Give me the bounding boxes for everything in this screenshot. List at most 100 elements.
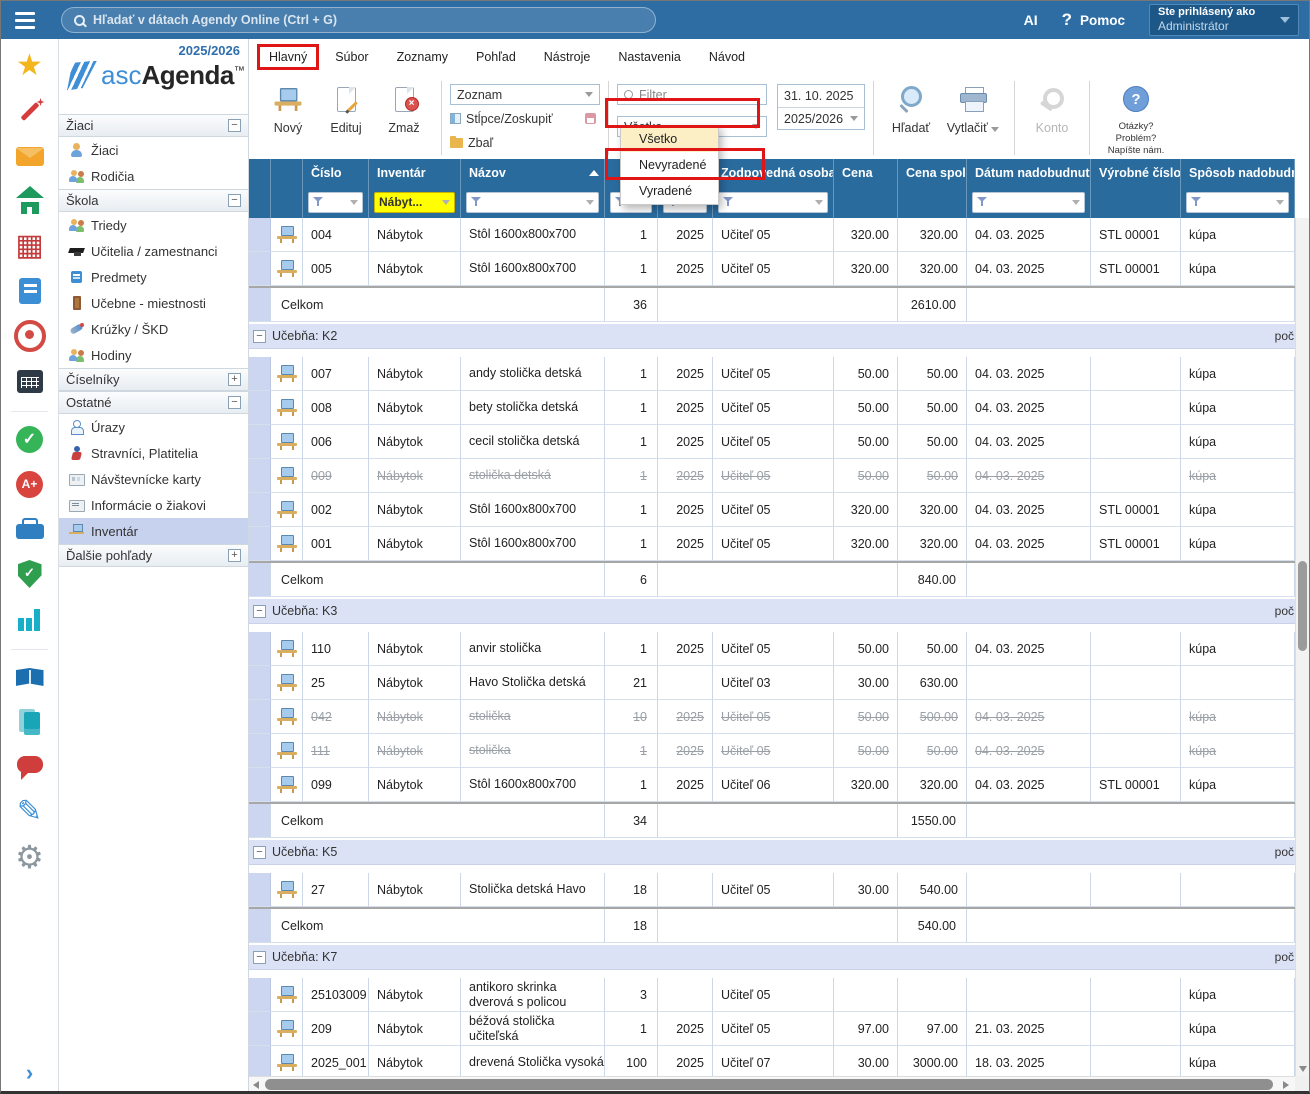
- column-header-datum[interactable]: Dátum nadobudnutia: [967, 159, 1091, 186]
- library-icon[interactable]: [13, 662, 47, 692]
- filter-dropdown-sposob[interactable]: [1186, 192, 1289, 213]
- menu-nastavenia[interactable]: Nastavenia: [604, 47, 695, 67]
- table-row[interactable]: 007Nábytokandy stolička detská12025Učite…: [249, 357, 1295, 391]
- columns-group-button[interactable]: Stĺpce/Zoskupiť: [450, 108, 600, 129]
- sidebar-item-kruzky-skd[interactable]: Krúžky / ŠKD: [59, 316, 248, 342]
- sidebar-item-triedy[interactable]: Triedy: [59, 212, 248, 238]
- group-header-row[interactable]: −Učebňa: K7poč: [249, 945, 1295, 970]
- home-icon[interactable]: [13, 186, 47, 216]
- table-row[interactable]: 111Nábytokstolička12025Učiteľ 0550.0050.…: [249, 734, 1295, 768]
- grades-icon[interactable]: [13, 469, 47, 499]
- column-header-sposob[interactable]: Spôsob nadobudnutia: [1181, 159, 1295, 186]
- collapse-group-icon[interactable]: −: [253, 330, 266, 343]
- planner-icon[interactable]: [13, 366, 47, 396]
- table-row[interactable]: 110Nábytokanvir stolička12025Učiteľ 0550…: [249, 632, 1295, 666]
- expand-icon[interactable]: +: [228, 549, 241, 562]
- collapse-group-icon[interactable]: −: [253, 951, 266, 964]
- sidebar-section-dalsie-pohlady[interactable]: Ďalšie pohľady+: [59, 544, 248, 567]
- table-row[interactable]: 008Nábytokbety stolička detská12025Učite…: [249, 391, 1295, 425]
- mail-icon[interactable]: [13, 141, 47, 171]
- global-search-input[interactable]: [93, 13, 643, 27]
- group-header-row[interactable]: −Učebňa: K3poč: [249, 599, 1295, 624]
- column-header-nazov[interactable]: Názov: [461, 159, 605, 186]
- menu-nastroje[interactable]: Nástroje: [530, 47, 605, 67]
- sidebar-item-ucitelia-zamestnanci[interactable]: Učitelia / zamestnanci: [59, 238, 248, 264]
- print-button[interactable]: Vytlačiť: [940, 77, 1006, 159]
- year-select[interactable]: 2025/2026: [778, 107, 864, 129]
- table-row[interactable]: 005NábytokStôl 1600x800x70012025Učiteľ 0…: [249, 252, 1295, 286]
- menu-hlavny[interactable]: Hlavný: [257, 44, 319, 70]
- vertical-scroll-thumb[interactable]: [1298, 561, 1307, 651]
- column-header-osoba[interactable]: Zodpovedná osoba: [713, 159, 834, 186]
- save-layout-icon[interactable]: [585, 113, 596, 124]
- messages-icon[interactable]: [13, 752, 47, 782]
- search-button[interactable]: Hľadať: [882, 77, 940, 159]
- delete-button[interactable]: × Zmaž: [375, 77, 433, 159]
- column-header-cislo[interactable]: Číslo: [303, 159, 369, 186]
- menu-pohlad[interactable]: Pohľad: [462, 47, 530, 67]
- scroll-down-icon[interactable]: [1299, 1066, 1307, 1072]
- filter-search-input[interactable]: [639, 88, 760, 102]
- table-row[interactable]: 2025_001Nábytokdrevená Stolička vysoká10…: [249, 1046, 1295, 1076]
- horizontal-scrollbar[interactable]: [249, 1076, 1295, 1092]
- sidebar-item-hodiny[interactable]: Hodiny: [59, 342, 248, 368]
- vertical-scrollbar[interactable]: [1295, 218, 1309, 1076]
- collapse-button[interactable]: Zbaľ: [450, 132, 600, 153]
- column-header-vyrobne[interactable]: Výrobné číslo: [1091, 159, 1181, 186]
- collapse-icon[interactable]: −: [228, 396, 241, 409]
- column-header-cena_spolu[interactable]: Cena spolu: [898, 159, 967, 186]
- view-select[interactable]: Zoznam: [450, 84, 600, 105]
- user-menu[interactable]: Ste prihlásený ako Administrátor: [1149, 4, 1299, 36]
- sidebar-item-stravnici-platitelia[interactable]: Stravníci, Platitelia: [59, 440, 248, 466]
- hamburger-menu-icon[interactable]: [15, 8, 45, 32]
- scroll-left-icon[interactable]: [253, 1081, 259, 1089]
- table-row[interactable]: 006Nábytokcecil stolička detská12025Učit…: [249, 425, 1295, 459]
- sidebar-item-predmety[interactable]: Predmety: [59, 264, 248, 290]
- table-row[interactable]: 25NábytokHavo Stolička detská21Učiteľ 03…: [249, 666, 1295, 700]
- column-header-inventar[interactable]: Inventár: [369, 159, 461, 186]
- edit-button[interactable]: Edituj: [317, 77, 375, 159]
- sidebar-item-rodicia[interactable]: Rodičia: [59, 163, 248, 189]
- table-row[interactable]: 001NábytokStôl 1600x800x70012025Učiteľ 0…: [249, 527, 1295, 561]
- briefcase-icon[interactable]: [13, 514, 47, 544]
- table-row[interactable]: 002NábytokStôl 1600x800x70012025Učiteľ 0…: [249, 493, 1295, 527]
- table-row[interactable]: 25103009Nábytokantikoro skrinka dverová …: [249, 978, 1295, 1012]
- favorites-star-icon[interactable]: [13, 51, 47, 81]
- group-header-row[interactable]: −Učebňa: K5poč: [249, 840, 1295, 865]
- table-row[interactable]: 27NábytokStolička detská Havo18Učiteľ 05…: [249, 873, 1295, 907]
- group-header-row[interactable]: −Učebňa: K2poč: [249, 324, 1295, 349]
- attendance-check-icon[interactable]: [13, 424, 47, 454]
- sidebar-item-inventar[interactable]: Inventár: [59, 518, 248, 544]
- notebook-icon[interactable]: [13, 276, 47, 306]
- calendar-grid-icon[interactable]: [13, 231, 47, 261]
- collapse-group-icon[interactable]: −: [253, 605, 266, 618]
- table-row[interactable]: 042Nábytokstolička102025Učiteľ 0550.0050…: [249, 700, 1295, 734]
- scope-option-nevyradené[interactable]: Nevyradené: [621, 152, 718, 178]
- sidebar-item-informacie-o-ziakovi[interactable]: Informácie o žiakovi: [59, 492, 248, 518]
- filter-dropdown-inventar[interactable]: Nábyt...: [374, 192, 455, 213]
- magic-wand-icon[interactable]: [13, 96, 47, 126]
- column-header-cena[interactable]: Cena: [834, 159, 898, 186]
- help-button[interactable]: ? Pomoc: [1062, 10, 1125, 30]
- sidebar-item-urazy[interactable]: Úrazy: [59, 414, 248, 440]
- sidebar-section-skola[interactable]: Škola−: [59, 189, 248, 212]
- scroll-right-icon[interactable]: [1283, 1081, 1289, 1089]
- menu-zoznamy[interactable]: Zoznamy: [383, 47, 462, 67]
- sidebar-item-ziaci[interactable]: Žiaci: [59, 137, 248, 163]
- settings-gear-icon[interactable]: [13, 842, 47, 872]
- table-row[interactable]: 099NábytokStôl 1600x800x70012025Učiteľ 0…: [249, 768, 1295, 802]
- sidebar-section-ostatne[interactable]: Ostatné−: [59, 391, 248, 414]
- statistics-icon[interactable]: [13, 604, 47, 634]
- documents-icon[interactable]: [13, 707, 47, 737]
- contact-support-button[interactable]: ? Otázky?Problém?Napíšte nám.: [1098, 77, 1174, 159]
- global-search[interactable]: [61, 7, 656, 33]
- menu-navod[interactable]: Návod: [695, 47, 759, 67]
- filter-dropdown-osoba[interactable]: [718, 192, 828, 213]
- scope-option-vyradené[interactable]: Vyradené: [621, 178, 718, 204]
- menu-subor[interactable]: Súbor: [321, 47, 382, 67]
- sidebar-section-ciselniky[interactable]: Číselníky+: [59, 368, 248, 391]
- collapse-icon[interactable]: −: [228, 119, 241, 132]
- collapse-group-icon[interactable]: −: [253, 846, 266, 859]
- ai-button[interactable]: AI: [1024, 12, 1038, 28]
- table-row[interactable]: 004NábytokStôl 1600x800x70012025Učiteľ 0…: [249, 218, 1295, 252]
